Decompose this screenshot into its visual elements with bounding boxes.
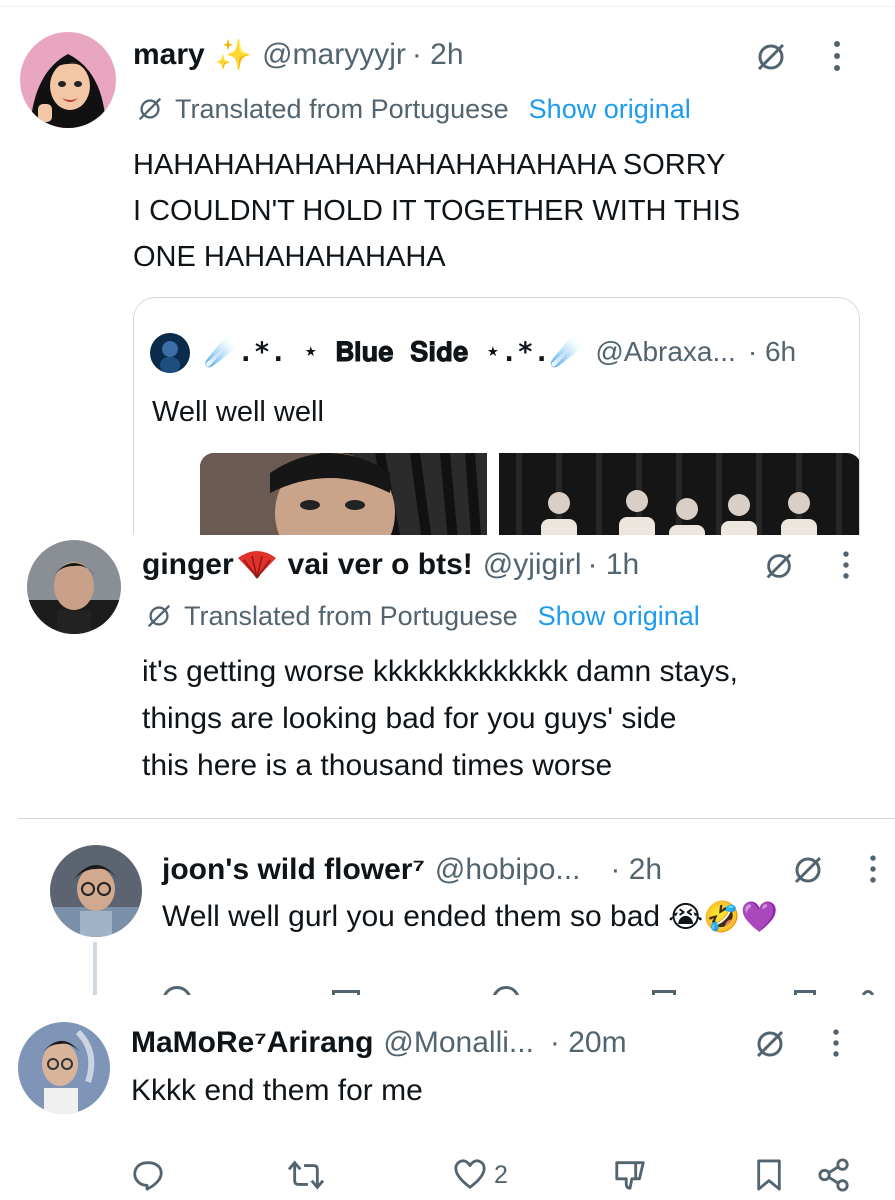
dislike-icon[interactable] <box>612 1157 648 1193</box>
tweet-line: it's getting worse kkkkkkkkkkkkk damn st… <box>142 655 738 688</box>
handle[interactable]: @Monalli... <box>383 1026 534 1060</box>
like-icon[interactable] <box>452 1157 488 1193</box>
display-name[interactable]: ginger <box>142 548 234 582</box>
share-icon[interactable] <box>816 1157 852 1193</box>
tweet-text: Kkkk end them for me <box>131 1074 423 1107</box>
like-count: 2 <box>494 1160 508 1189</box>
more-options-icon[interactable] <box>836 547 856 583</box>
display-name[interactable]: MaMoRe⁷Arirang <box>131 1026 373 1060</box>
divider <box>18 818 895 819</box>
quote-avatar[interactable] <box>150 333 190 373</box>
like-icon[interactable] <box>492 986 520 995</box>
avatar[interactable] <box>27 540 121 634</box>
tweet-text: Well well gurl you ended them so bad <box>162 900 661 933</box>
bookmark-icon[interactable] <box>753 1157 785 1193</box>
emoji-sequence: 😭🤣💜 <box>668 900 778 934</box>
action-bar <box>162 986 882 995</box>
handle[interactable]: @hobipo... <box>435 853 581 887</box>
reply-icon[interactable] <box>162 986 192 995</box>
quote-display-name[interactable]: ☄️.*. ⋆ 𝐁𝐥𝐮𝐞 𝐒𝐢𝐝𝐞 ⋆.*.☄️ <box>204 336 583 369</box>
quoted-tweet[interactable]: ☄️.*. ⋆ 𝐁𝐥𝐮𝐞 𝐒𝐢𝐝𝐞 ⋆.*.☄️ @Abraxa... · 6h… <box>133 297 860 535</box>
timestamp[interactable]: · 1h <box>588 548 640 582</box>
tweet-line: this here is a thousand times worse <box>142 749 613 782</box>
grok-icon[interactable] <box>753 39 789 75</box>
tweet-card-mary[interactable]: mary ✨ @maryyyjr · 2h Translated from Po… <box>0 0 895 535</box>
tweet-line: HAHAHAHAHAHAHAHAHAHAHAHA SORRY <box>133 149 726 181</box>
divider <box>0 6 895 7</box>
quote-image-portrait[interactable] <box>200 453 487 535</box>
translate-icon <box>135 94 165 124</box>
handle[interactable]: @maryyyjr <box>262 38 406 72</box>
timestamp[interactable]: · 2h <box>412 38 464 72</box>
tweet-text: HAHAHAHAHAHAHAHAHAHAHAHA SORRY I COULDN'… <box>133 142 873 280</box>
quote-image-group[interactable] <box>499 453 859 535</box>
avatar[interactable] <box>20 32 116 128</box>
display-name[interactable]: joon's wild flower⁷ <box>162 853 425 887</box>
more-options-icon[interactable] <box>863 851 883 887</box>
fan-emoji-icon <box>236 550 278 580</box>
translated-label: Translated from Portuguese <box>184 600 518 631</box>
tweet-line: I COULDN'T HOLD IT TOGETHER WITH THIS <box>133 195 741 227</box>
tweet-card-mamore[interactable]: MaMoRe⁷Arirang @Monalli... · 20m Kkkk en… <box>0 995 895 1200</box>
tweet-line: ONE HAHAHAHAHAHA <box>133 241 446 273</box>
avatar[interactable] <box>50 845 142 937</box>
more-options-icon[interactable] <box>826 38 848 74</box>
quote-handle[interactable]: @Abraxa... <box>595 336 735 368</box>
sparkles-emoji: ✨ <box>214 38 253 72</box>
reply-icon[interactable] <box>130 1157 166 1193</box>
display-name[interactable]: mary <box>133 38 205 72</box>
tweet-text: it's getting worse kkkkkkkkkkkkk damn st… <box>142 648 882 789</box>
timestamp[interactable]: · 2h <box>610 853 662 887</box>
grok-icon[interactable] <box>790 852 826 888</box>
translate-icon <box>144 601 174 631</box>
timestamp[interactable]: · 20m <box>550 1026 627 1060</box>
show-original-link[interactable]: Show original <box>529 94 691 125</box>
tweet-line: things are looking bad for you guys' sid… <box>142 702 677 735</box>
show-original-link[interactable]: Show original <box>538 601 700 632</box>
more-options-icon[interactable] <box>826 1025 846 1061</box>
quote-text: Well well well <box>152 395 324 428</box>
quote-timestamp[interactable]: · 6h <box>748 336 796 368</box>
handle[interactable]: @yjigirl <box>483 548 582 582</box>
tweet-card-ginger[interactable]: ginger vai ver o bts! @yjigirl · 1h Tran… <box>0 535 895 790</box>
name-suffix[interactable]: vai ver o bts! <box>288 548 473 582</box>
grok-icon[interactable] <box>752 1026 788 1062</box>
tweet-card-joon[interactable]: joon's wild flower⁷ @hobipo... · 2h Well… <box>0 790 895 995</box>
grok-icon[interactable] <box>762 549 796 583</box>
thread-line <box>93 942 97 995</box>
avatar[interactable] <box>18 1022 110 1114</box>
retweet-icon[interactable] <box>286 1157 326 1193</box>
translated-label: Translated from Portuguese <box>175 93 509 124</box>
action-bar: 2 <box>130 1155 860 1195</box>
